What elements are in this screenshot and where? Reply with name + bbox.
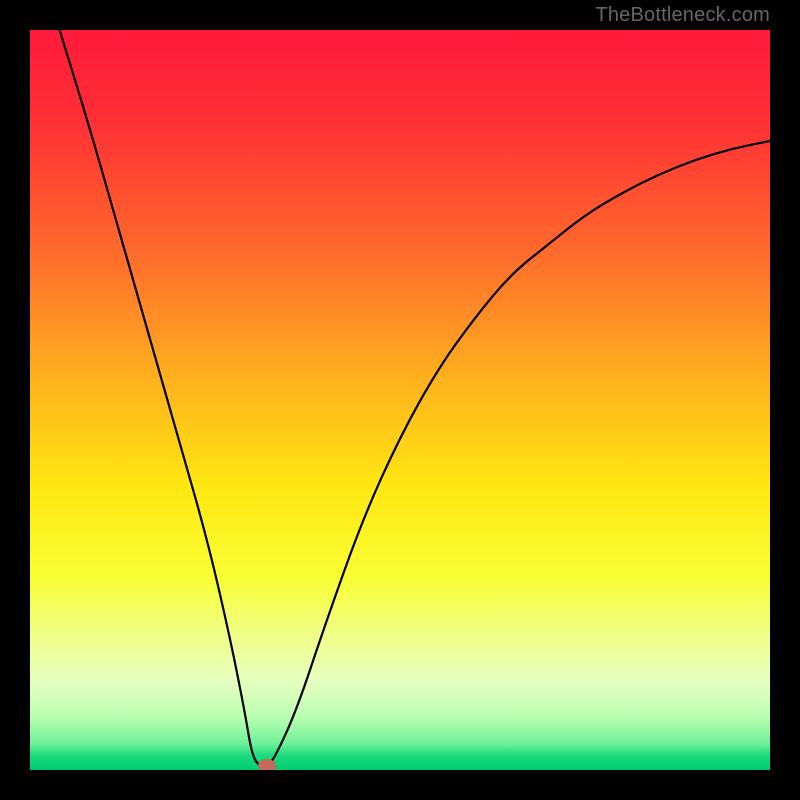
chart-frame: TheBottleneck.com — [0, 0, 800, 800]
minimum-marker — [258, 759, 276, 770]
watermark-text: TheBottleneck.com — [595, 4, 770, 27]
plot-area — [30, 30, 770, 770]
bottleneck-curve — [60, 30, 770, 766]
curve-layer — [30, 30, 770, 770]
